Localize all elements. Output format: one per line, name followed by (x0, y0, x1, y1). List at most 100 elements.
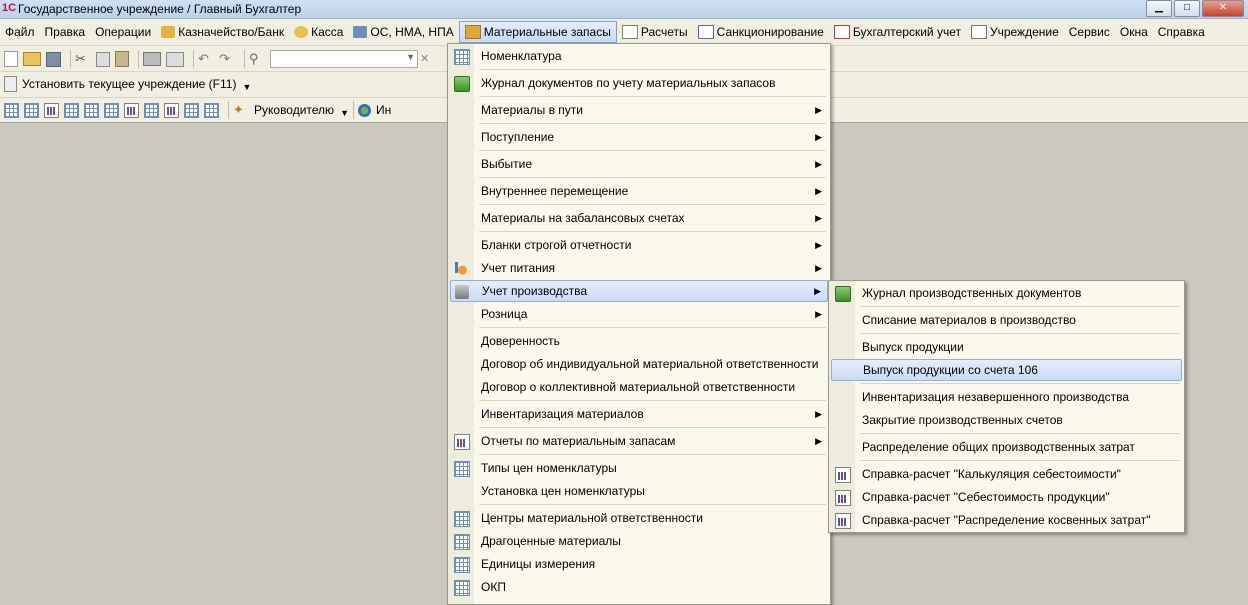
submenu-item-10[interactable]: Справка-расчет "Распределение косвенных … (831, 509, 1182, 531)
menu-10[interactable]: Бухгалтерский учет (829, 21, 966, 43)
menu-item-1[interactable]: Номенклатура (450, 45, 828, 67)
menu-item-16[interactable]: Отчеты по материальным запасам ▶ (450, 430, 828, 452)
report-7-icon[interactable] (124, 102, 139, 118)
menu-label: Санкционирование (716, 25, 824, 39)
menu-12[interactable]: Сервис (1064, 21, 1115, 43)
calc-icon (621, 25, 638, 39)
menu-item-11[interactable]: Розница ▶ (450, 303, 828, 325)
submenu-item-7[interactable]: Распределение общих производственных зат… (831, 436, 1182, 458)
chevron-down-icon[interactable]: ▼ (242, 82, 251, 92)
journal-icon (835, 286, 851, 302)
open-folder-icon[interactable] (23, 52, 41, 66)
menu-3[interactable]: Операции (90, 21, 156, 43)
menu-item-label: ОКП (481, 580, 506, 594)
report-2-icon[interactable] (24, 102, 39, 118)
menu-item-9[interactable]: Учет питания ▶ (450, 257, 828, 279)
menu-separator (479, 204, 826, 205)
clear-search-icon[interactable]: ✕ (420, 51, 436, 67)
menu-separator (479, 504, 826, 505)
menu-item-22[interactable]: ОКП (450, 576, 828, 598)
globe-icon[interactable] (357, 103, 371, 117)
to-manager-button[interactable]: Руководителю (254, 103, 334, 117)
submenu-item-3[interactable]: Выпуск продукции (831, 336, 1182, 358)
menu-item-13[interactable]: Договор об индивидуальной материальной о… (450, 353, 828, 375)
report-5-icon[interactable] (84, 102, 99, 118)
menu-1[interactable]: Файл (0, 21, 40, 43)
menu-item-label: Инвентаризация материалов (481, 407, 644, 421)
truck-icon (353, 26, 368, 38)
info-button[interactable]: Ин (376, 103, 391, 117)
copy-icon[interactable] (96, 51, 110, 67)
paste-icon[interactable] (115, 51, 129, 67)
minimize-button[interactable]: ▁ (1146, 0, 1172, 17)
menu-item-label: Номенклатура (481, 49, 562, 63)
redo-icon[interactable]: ↷ (219, 51, 235, 67)
menu-7[interactable]: Материальные запасы (458, 21, 617, 43)
menu-6[interactable]: ОС, НМА, НПА (348, 21, 458, 43)
production-submenu: Журнал производственных документов Списан… (828, 280, 1185, 533)
menu-item-14[interactable]: Договор о коллективной материальной отве… (450, 376, 828, 398)
save-icon[interactable] (46, 51, 61, 67)
menu-item-8[interactable]: Бланки строгой отчетности ▶ (450, 234, 828, 256)
chevron-down-icon[interactable]: ▼ (406, 52, 415, 62)
submenu-item-8[interactable]: Справка-расчет "Калькуляция себестоимост… (831, 463, 1182, 485)
report-3-icon[interactable] (44, 102, 59, 118)
new-document-icon[interactable] (4, 51, 18, 67)
menu-2[interactable]: Правка (40, 21, 91, 43)
report-8-icon[interactable] (144, 102, 159, 118)
submenu-item-6[interactable]: Закрытие производственных счетов (831, 409, 1182, 431)
chevron-down-icon[interactable]: ▼ (340, 108, 349, 118)
set-institution-button[interactable]: Установить текущее учреждение (F11) (22, 77, 236, 91)
menu-item-3[interactable]: Материалы в пути ▶ (450, 99, 828, 121)
menu-13[interactable]: Окна (1115, 21, 1153, 43)
menu-9[interactable]: Санкционирование (693, 21, 829, 43)
close-button[interactable]: ✕ (1202, 0, 1244, 17)
report-9-icon[interactable] (164, 102, 179, 118)
menu-item-18[interactable]: Установка цен номенклатуры (450, 480, 828, 502)
submenu-item-9[interactable]: Справка-расчет "Себестоимость продукции" (831, 486, 1182, 508)
menu-item-4[interactable]: Поступление ▶ (450, 126, 828, 148)
menu-label: Операции (95, 25, 152, 39)
submenu-item-1[interactable]: Журнал производственных документов (831, 282, 1182, 304)
menu-item-5[interactable]: Выбытие ▶ (450, 153, 828, 175)
cut-icon[interactable]: ✂ (75, 51, 91, 67)
menu-item-21[interactable]: Единицы измерения (450, 553, 828, 575)
submenu-item-5[interactable]: Инвентаризация незавершенного производст… (831, 386, 1182, 408)
menu-item-20[interactable]: Драгоценные материалы (450, 530, 828, 552)
menu-item-label: Учет питания (481, 261, 556, 275)
menu-item-label: Внутреннее перемещение (481, 184, 629, 198)
menu-item-label: Учет производства (482, 284, 588, 298)
menu-item-19[interactable]: Центры материальной ответственности (450, 507, 828, 529)
report-10-icon[interactable] (184, 102, 199, 118)
menu-item-2[interactable]: Журнал документов по учету материальных … (450, 72, 828, 94)
maximize-button[interactable]: □ (1174, 0, 1200, 17)
menu-8[interactable]: Расчеты (617, 21, 693, 43)
menu-14[interactable]: Справка (1153, 21, 1210, 43)
report-icon (835, 467, 851, 483)
menu-item-10[interactable]: Учет производства ▶ (450, 280, 828, 302)
menu-item-label: Журнал документов по учету материальных … (481, 76, 776, 90)
submenu-item-2[interactable]: Списание материалов в производство (831, 309, 1182, 331)
menu-item-15[interactable]: Инвентаризация материалов ▶ (450, 403, 828, 425)
menu-item-6[interactable]: Внутреннее перемещение ▶ (450, 180, 828, 202)
menu-5[interactable]: Касса (289, 21, 348, 43)
report-6-icon[interactable] (104, 102, 119, 118)
menu-separator (479, 123, 826, 124)
report-1-icon[interactable] (4, 102, 19, 118)
menu-item-12[interactable]: Доверенность (450, 330, 828, 352)
preview-icon[interactable] (166, 51, 184, 67)
menu-item-7[interactable]: Материалы на забалансовых счетах ▶ (450, 207, 828, 229)
menu-11[interactable]: Учреждение (966, 21, 1064, 43)
report-11-icon[interactable] (204, 102, 219, 118)
report-4-icon[interactable] (64, 102, 79, 118)
undo-icon[interactable]: ↶ (198, 51, 214, 67)
search-input[interactable]: ▼ (270, 50, 418, 68)
menu-4[interactable]: Казначейство/Банк (156, 21, 289, 43)
submenu-item-4[interactable]: Выпуск продукции со счета 106 (831, 359, 1182, 381)
menu-item-17[interactable]: Типы цен номенклатуры (450, 457, 828, 479)
toolbar-separator (244, 50, 245, 68)
print-icon[interactable] (143, 52, 161, 66)
search-icon[interactable]: ⚲ (249, 51, 265, 67)
submenu-arrow-icon: ▶ (815, 263, 822, 273)
menu-label: Правка (44, 25, 86, 39)
